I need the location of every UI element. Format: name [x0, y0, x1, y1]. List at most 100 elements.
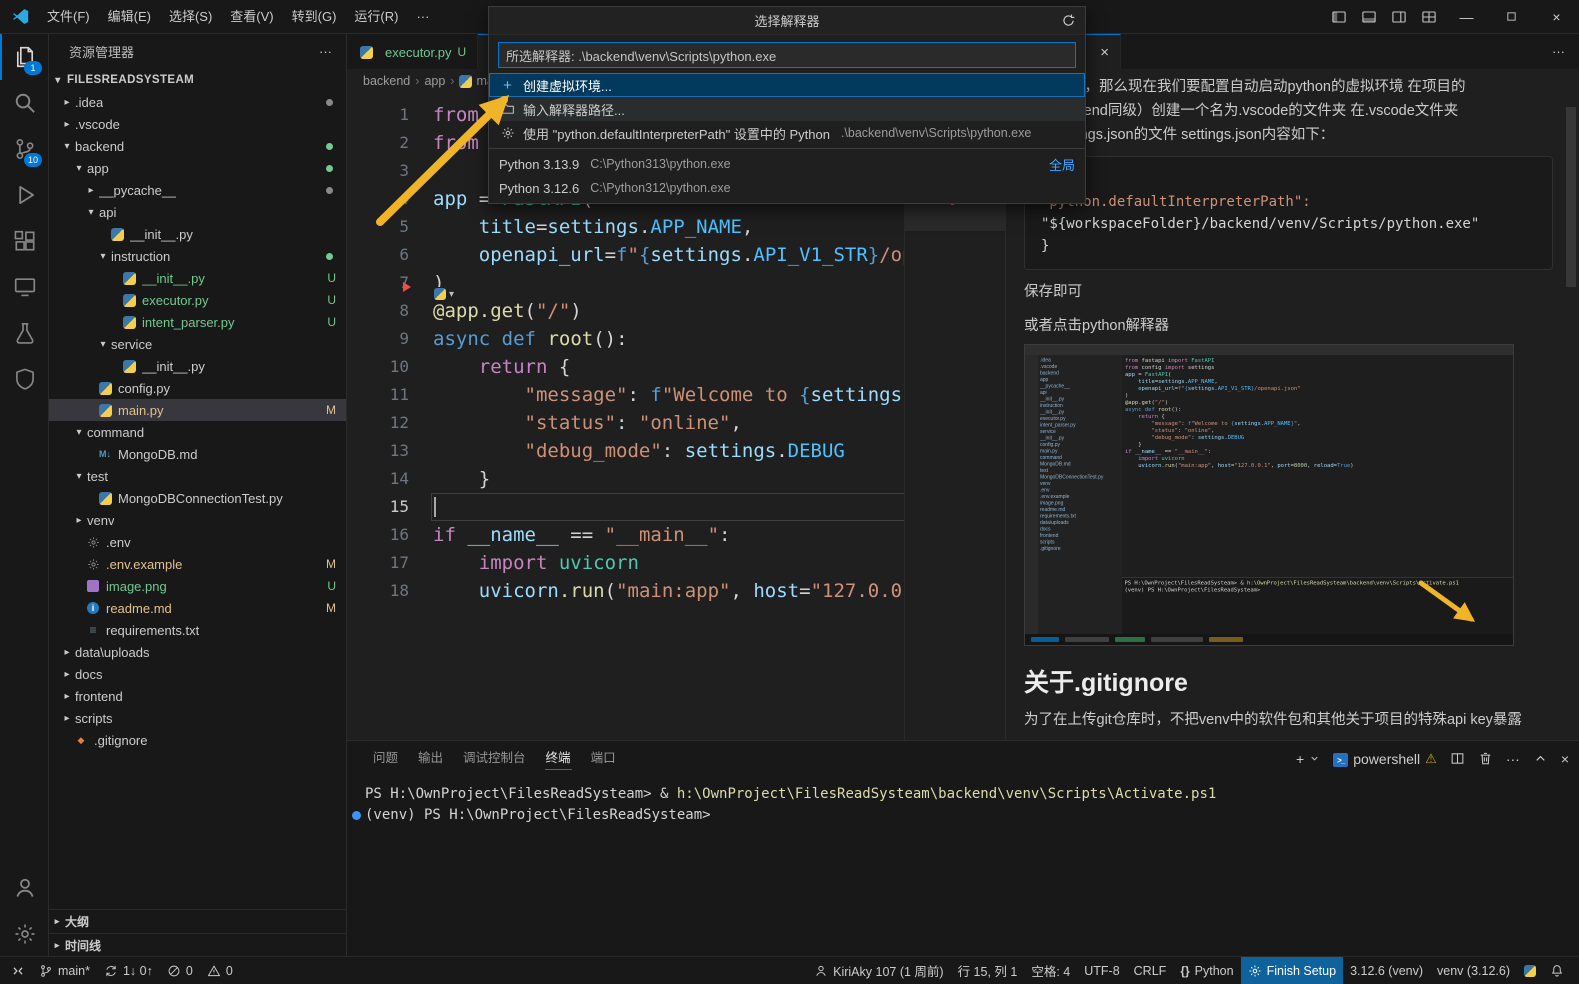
toggle-panel-icon[interactable] [1354, 0, 1384, 33]
status-item-1↓ 0↑[interactable]: 1↓ 0↑ [97, 957, 160, 984]
tree-file-MongoDBConnectionTest.py[interactable]: MongoDBConnectionTest.py [49, 487, 346, 509]
status-item-Finish Setup[interactable]: Finish Setup [1241, 957, 1343, 984]
tree-file-config.py[interactable]: config.py [49, 377, 346, 399]
tree-file-intent_parser.py[interactable]: intent_parser.pyU [49, 311, 346, 333]
menu-item[interactable]: 运行(R) [345, 0, 407, 33]
quickpick-item[interactable]: Python 3.13.9C:\Python313\python.exe全局 [489, 152, 1085, 176]
terminal-shell-item[interactable]: >_ powershell ⚠ [1333, 750, 1437, 768]
tree-folder-scripts[interactable]: ▸scripts [49, 707, 346, 729]
menu-item[interactable]: 选择(S) [160, 0, 221, 33]
tree-folder-docs[interactable]: ▸docs [49, 663, 346, 685]
tree-file-.env[interactable]: .env [49, 531, 346, 553]
kill-terminal-button[interactable] [1478, 751, 1493, 766]
status-item-空格: 4[interactable]: 空格: 4 [1024, 957, 1077, 984]
status-item-0[interactable]: 0 [200, 957, 240, 984]
close-panel-button[interactable]: × [1561, 751, 1569, 767]
menu-item[interactable]: 编辑(E) [99, 0, 160, 33]
menu-item[interactable]: 查看(V) [221, 0, 282, 33]
python-inline-widget[interactable]: ▾ [431, 287, 457, 301]
manage-icon[interactable] [0, 911, 48, 957]
tree-folder-api[interactable]: ▾api [49, 201, 346, 223]
outline-section[interactable]: ▸ 大纲 [49, 909, 346, 933]
status-item-python-logo[interactable] [1517, 957, 1543, 984]
tree-folder-data\uploads[interactable]: ▸data\uploads [49, 641, 346, 663]
menu-item[interactable]: 转到(G) [283, 0, 346, 33]
editor-more-actions[interactable]: ··· [1552, 34, 1579, 69]
accounts-icon[interactable] [0, 865, 48, 911]
status-item-Python[interactable]: {}Python [1173, 957, 1240, 984]
menu-item[interactable]: 文件(F) [38, 0, 99, 33]
new-terminal-button[interactable]: + [1296, 751, 1320, 767]
refresh-icon[interactable] [1061, 13, 1076, 31]
close-window-button[interactable]: × [1534, 0, 1579, 33]
close-icon[interactable]: × [1100, 44, 1109, 61]
tree-file-main.py[interactable]: main.pyM [49, 399, 346, 421]
minimize-button[interactable]: — [1444, 0, 1489, 33]
status-item-0[interactable]: 0 [160, 957, 200, 984]
status-item-CRLF[interactable]: CRLF [1127, 957, 1174, 984]
quickpick-item[interactable]: 输入解释器路径... [489, 97, 1085, 121]
toggle-sidebar-icon[interactable] [1324, 0, 1354, 33]
workspace-section-header[interactable]: ▾ FILESREADSYSTEAM [49, 69, 346, 91]
set-global-action[interactable]: 全局 [1049, 155, 1075, 174]
maximize-panel-button[interactable] [1533, 751, 1548, 766]
tree-folder-test[interactable]: ▾test [49, 465, 346, 487]
status-item-main*[interactable]: main* [32, 957, 97, 984]
tree-folder-.vscode[interactable]: ▸.vscode [49, 113, 346, 135]
terminal-content[interactable]: PS H:\OwnProject\FilesReadSysteam> & h:\… [347, 776, 1579, 957]
tree-file-__init__.py[interactable]: __init__.pyU [49, 267, 346, 289]
customize-layout-icon[interactable] [1414, 0, 1444, 33]
panel-tab-终端[interactable]: 终端 [536, 741, 581, 776]
menu-overflow[interactable]: ··· [407, 0, 438, 33]
tree-folder-service[interactable]: ▾service [49, 333, 346, 355]
panel-more-actions[interactable]: ··· [1506, 751, 1520, 767]
explorer-icon[interactable]: 1 [0, 34, 48, 80]
run-and-debug-icon[interactable] [0, 172, 48, 218]
panel-tab-调试控制台[interactable]: 调试控制台 [453, 741, 536, 776]
quickpick-item[interactable]: Python 3.12.6C:\Python312\python.exe [489, 176, 1085, 200]
tree-folder-instruction[interactable]: ▾instruction [49, 245, 346, 267]
extension-extra-icon[interactable] [0, 356, 48, 402]
tree-file-__init__.py[interactable]: __init__.py [49, 355, 346, 377]
preview-scrollbar[interactable] [1566, 107, 1576, 287]
breadcrumb-item[interactable]: app [424, 74, 445, 88]
search-icon[interactable] [0, 80, 48, 126]
tab-executor.py[interactable]: executor.pyU [347, 34, 478, 69]
panel-tab-输出[interactable]: 输出 [408, 741, 453, 776]
tree-folder-__pycache__[interactable]: ▸__pycache__ [49, 179, 346, 201]
tree-folder-.idea[interactable]: ▸.idea [49, 91, 346, 113]
tree-folder-frontend[interactable]: ▸frontend [49, 685, 346, 707]
timeline-section[interactable]: ▸ 时间线 [49, 933, 346, 957]
tree-file-__init__.py[interactable]: __init__.py [49, 223, 346, 245]
remote-explorer-icon[interactable] [0, 264, 48, 310]
maximize-button[interactable] [1489, 0, 1534, 33]
tree-folder-app[interactable]: ▾app [49, 157, 346, 179]
tree-file-MongoDB.md[interactable]: M↓MongoDB.md [49, 443, 346, 465]
status-item-KiriAky 107 (1 周前)[interactable]: KiriAky 107 (1 周前) [807, 957, 950, 984]
tree-folder-command[interactable]: ▾command [49, 421, 346, 443]
tree-folder-backend[interactable]: ▾backend [49, 135, 346, 157]
extensions-icon[interactable] [0, 218, 48, 264]
tree-file-readme.md[interactable]: ireadme.mdM [49, 597, 346, 619]
status-item-remote-window[interactable] [4, 957, 32, 984]
panel-tab-问题[interactable]: 问题 [363, 741, 408, 776]
tree-file-image.png[interactable]: image.pngU [49, 575, 346, 597]
interpreter-input[interactable] [498, 42, 1076, 68]
tree-file-.gitignore[interactable]: ◆.gitignore [49, 729, 346, 751]
status-item-3.12.6 (venv)[interactable]: 3.12.6 (venv) [1343, 957, 1430, 984]
tree-file-requirements.txt[interactable]: ≡requirements.txt [49, 619, 346, 641]
status-item-bell[interactable] [1543, 957, 1571, 984]
status-item-UTF-8[interactable]: UTF-8 [1077, 957, 1126, 984]
toggle-secondary-sidebar-icon[interactable] [1384, 0, 1414, 33]
tree-folder-venv[interactable]: ▸venv [49, 509, 346, 531]
quickpick-item[interactable]: +创建虚拟环境... [489, 73, 1085, 97]
split-terminal-button[interactable] [1450, 751, 1465, 766]
panel-tab-端口[interactable]: 端口 [581, 741, 626, 776]
source-control-icon[interactable]: 10 [0, 126, 48, 172]
breadcrumb-item[interactable]: backend [363, 74, 410, 88]
sidebar-more-actions[interactable]: ··· [319, 44, 332, 59]
command-decoration[interactable] [352, 811, 361, 820]
testing-icon[interactable] [0, 310, 48, 356]
status-item-行 15, 列 1[interactable]: 行 15, 列 1 [951, 957, 1025, 984]
tree-file-.env.example[interactable]: .env.exampleM [49, 553, 346, 575]
